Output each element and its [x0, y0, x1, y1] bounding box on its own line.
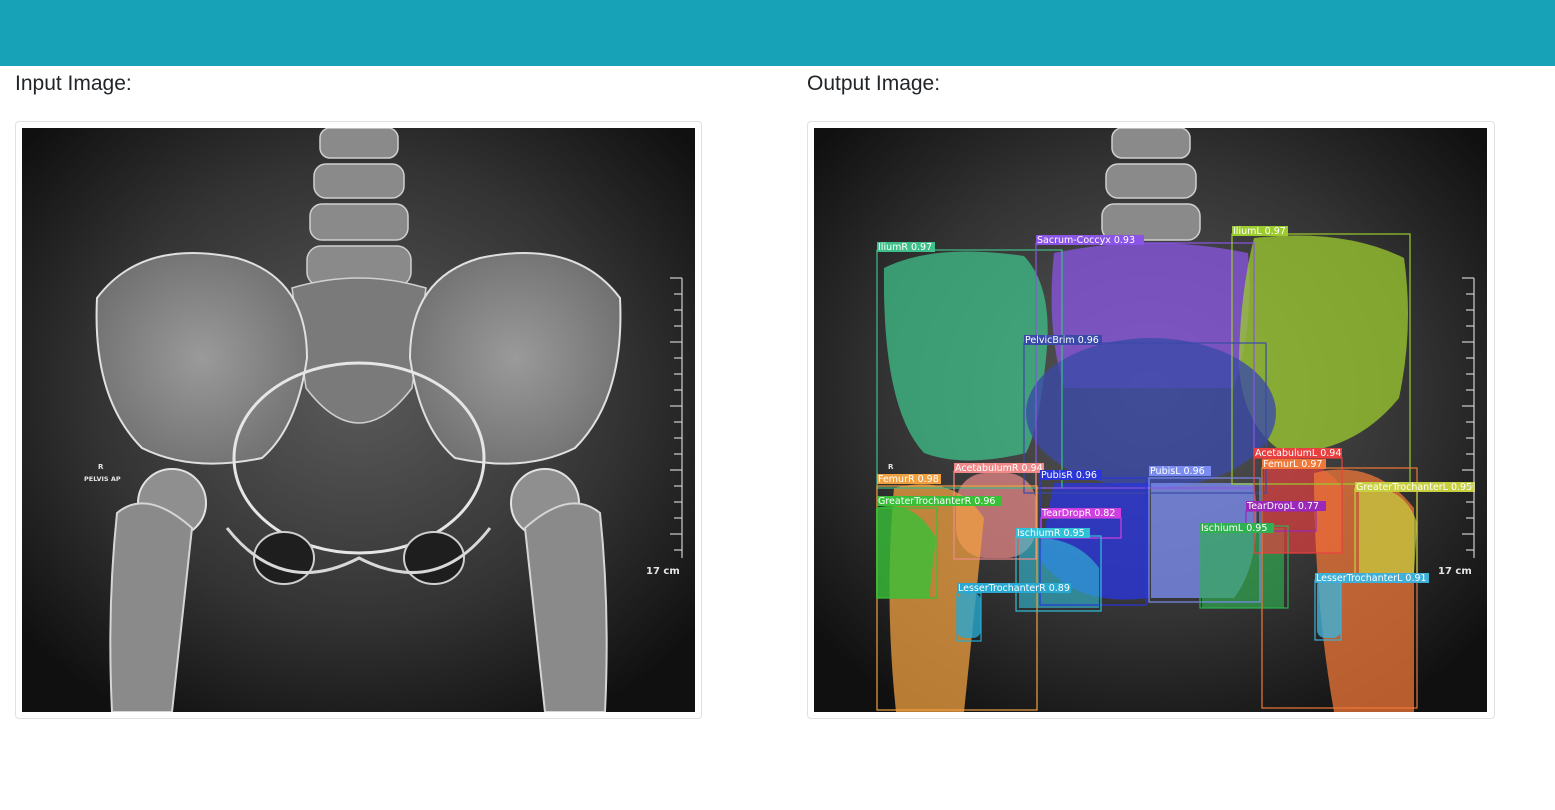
input-image-card: R PELVIS AP 17 cm [15, 121, 702, 719]
detection-label-ischium-r: IschiumR 0.95 [1017, 528, 1085, 539]
detection-label-acetabulum-r: AcetabulumR 0.94 [955, 463, 1043, 474]
segmentation-overlay: IliumR 0.97 Sacrum-Coccyx 0.93 IliumL 0.… [814, 128, 1487, 712]
detection-label-acetabulum-l: AcetabulumL 0.94 [1255, 448, 1341, 459]
detection-label-ischium-l: IschiumL 0.95 [1201, 523, 1267, 534]
output-image-title: Output Image: [807, 72, 941, 95]
detection-label-pubis-l: PubisL 0.96 [1150, 466, 1205, 477]
view-label: PELVIS AP [84, 475, 121, 483]
detection-label-ilium-r: IliumR 0.97 [878, 242, 932, 253]
app-header-bar [0, 0, 1555, 66]
detection-label-teardrop-r: TearDropR 0.82 [1041, 508, 1115, 519]
mask-lesser-trochanter-l [1317, 578, 1341, 638]
output-xray-image: IliumR 0.97 Sacrum-Coccyx 0.93 IliumL 0.… [814, 128, 1487, 712]
detection-label-teardrop-l: TearDropL 0.77 [1246, 501, 1319, 512]
detection-label-lesser-trochanter-r: LesserTrochanterR 0.89 [958, 583, 1070, 594]
detection-label-pelvic-brim: PelvicBrim 0.96 [1025, 335, 1099, 346]
detection-label-pubis-r: PubisR 0.96 [1041, 470, 1097, 481]
detection-label-ilium-l: IliumL 0.97 [1233, 226, 1286, 237]
output-scale-label: 17 cm [1438, 566, 1472, 577]
detection-label-lesser-trochanter-l: LesserTrochanterL 0.91 [1316, 573, 1427, 584]
output-image-card: IliumR 0.97 Sacrum-Coccyx 0.93 IliumL 0.… [807, 121, 1495, 719]
detection-label-sacrum: Sacrum-Coccyx 0.93 [1037, 235, 1135, 246]
mask-ilium-r [883, 251, 1048, 461]
scale-label: 17 cm [646, 566, 680, 577]
input-image-title: Input Image: [15, 72, 132, 95]
detection-label-femur-l: FemurL 0.97 [1263, 459, 1322, 470]
side-marker-r: R [98, 463, 104, 471]
detection-label-greater-trochanter-r: GreaterTrochanterR 0.96 [878, 496, 995, 507]
detection-label-greater-trochanter-l: GreaterTrochanterL 0.95 [1356, 482, 1472, 493]
detection-label-femur-r: FemurR 0.98 [878, 474, 939, 485]
output-side-marker-r: R [888, 463, 894, 471]
input-xray-image: R PELVIS AP 17 cm [22, 128, 695, 712]
mask-lesser-trochanter-r [957, 593, 981, 638]
